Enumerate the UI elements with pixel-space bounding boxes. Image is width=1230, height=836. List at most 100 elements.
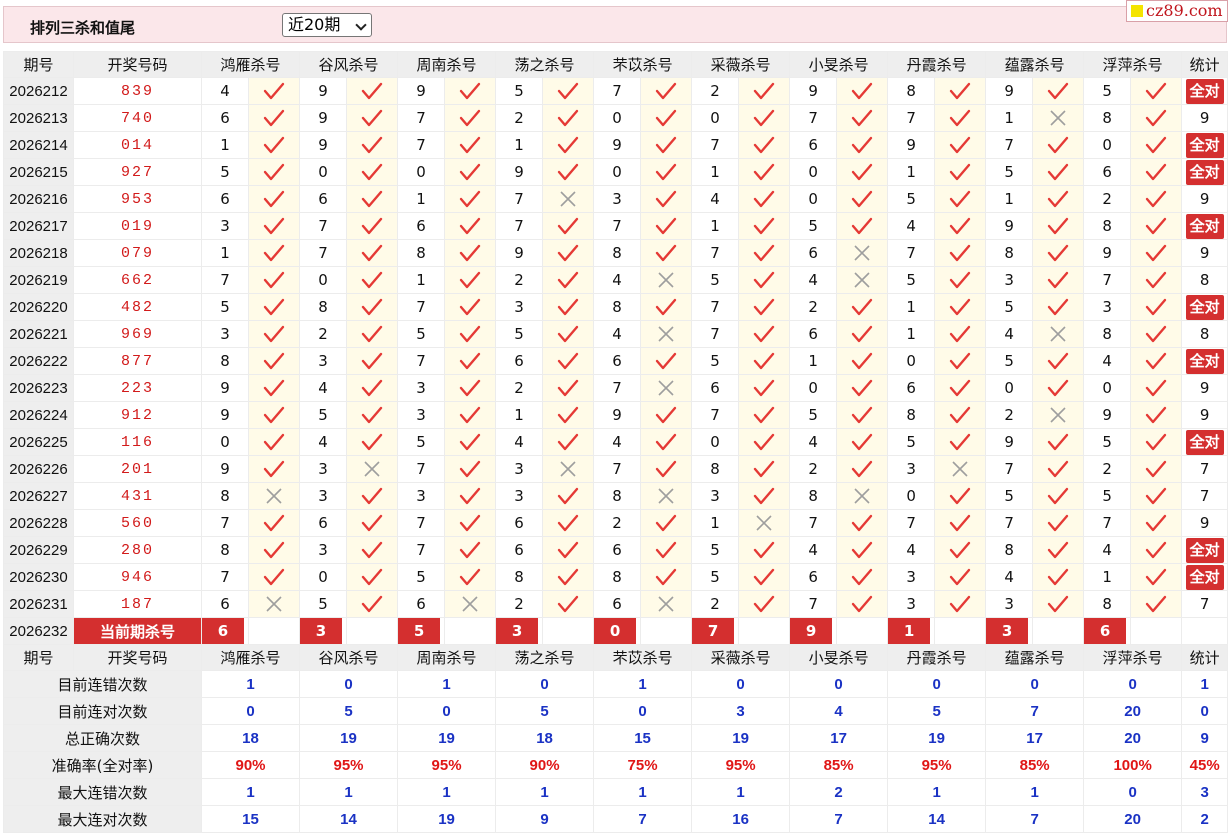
result-mark-cell <box>444 104 497 132</box>
stats-value: 1 <box>691 778 791 806</box>
draw-number-cell: 280 <box>73 536 202 564</box>
header-row-bottom: 期号 开奖号码 鸿雁杀号 谷风杀号 周南杀号 荡之杀号 芣苡杀号 采薇杀号 小旻杀号 丹霞杀号 蕴露… <box>3 644 1229 671</box>
cross-mark-icon <box>1050 110 1066 126</box>
stats-value: 15 <box>200 805 301 833</box>
kill-number-cell: 7 <box>397 536 446 564</box>
check-mark-icon <box>361 271 383 289</box>
kill-number-cell: 8 <box>1083 320 1132 348</box>
cross-mark-icon <box>756 515 772 531</box>
all-correct-badge: 全对 <box>1185 159 1224 185</box>
table-row: 2026217 019 3 7 6 7 7 1 5 4 9 8 全对 <box>3 212 1229 240</box>
check-mark-icon <box>263 271 285 289</box>
cross-mark-icon <box>658 596 674 612</box>
stats-value: 95% <box>299 751 399 779</box>
check-mark-icon <box>753 541 775 559</box>
current-kill-number: 0 <box>594 618 637 644</box>
kill-number-cell: 7 <box>299 212 348 240</box>
kill-number-cell: 7 <box>397 131 446 159</box>
result-mark-cell <box>346 158 399 186</box>
stat-cell: 9 <box>1181 239 1229 267</box>
result-mark-cell <box>1032 536 1085 564</box>
site-logo[interactable]: cz89.com <box>1126 0 1228 22</box>
stats-value: 4 <box>789 697 889 725</box>
stats-value: 9 <box>495 805 595 833</box>
check-mark-icon <box>1047 379 1069 397</box>
result-mark-cell <box>346 320 399 348</box>
kill-number-cell: 2 <box>495 374 544 402</box>
kill-number-cell: 2 <box>1083 455 1132 483</box>
check-mark-icon <box>1047 460 1069 478</box>
result-mark-cell <box>1130 482 1183 510</box>
table-row: 2026218 079 1 7 8 9 8 7 6 7 8 9 9 <box>3 239 1229 267</box>
result-mark-cell <box>542 455 595 483</box>
check-mark-icon <box>851 109 873 127</box>
current-kill-number: 3 <box>986 618 1029 644</box>
check-mark-icon <box>949 541 971 559</box>
check-mark-icon <box>557 136 579 154</box>
kill-number-cell: 7 <box>593 455 642 483</box>
current-kill-blank <box>836 617 889 645</box>
result-mark-cell <box>444 509 497 537</box>
stats-value: 20 <box>1083 697 1183 725</box>
stats-value: 5 <box>495 697 595 725</box>
kill-number-cell: 6 <box>397 590 446 618</box>
result-mark-cell <box>738 563 791 591</box>
cross-mark-icon <box>560 191 576 207</box>
kill-number-cell: 5 <box>397 428 446 456</box>
check-mark-icon <box>459 352 481 370</box>
column-header-expert: 鸿雁杀号 <box>200 51 301 78</box>
check-mark-icon <box>949 433 971 451</box>
check-mark-icon <box>949 298 971 316</box>
check-mark-icon <box>459 136 481 154</box>
result-mark-cell <box>247 293 301 321</box>
kill-number-cell: 3 <box>495 293 544 321</box>
check-mark-icon <box>459 433 481 451</box>
issue-cell: 2026224 <box>3 401 74 429</box>
result-mark-cell <box>1032 401 1085 429</box>
kill-number-cell: 7 <box>495 212 544 240</box>
all-correct-badge: 全对 <box>1185 564 1224 590</box>
issue-cell: 2026226 <box>3 455 74 483</box>
kill-number-cell: 7 <box>691 401 740 429</box>
current-kill-number: 7 <box>692 618 735 644</box>
kill-number-cell: 5 <box>691 563 740 591</box>
kill-number-cell: 9 <box>201 401 249 429</box>
check-mark-icon <box>851 325 873 343</box>
check-mark-icon <box>949 487 971 505</box>
check-mark-icon <box>949 109 971 127</box>
result-mark-cell <box>542 212 595 240</box>
kill-number-cell: 5 <box>495 320 544 348</box>
check-mark-icon <box>1145 217 1167 235</box>
stats-value: 75% <box>593 751 693 779</box>
stats-value: 7 <box>593 805 693 833</box>
result-mark-cell <box>542 428 595 456</box>
stat-cell: 9 <box>1181 104 1229 132</box>
kill-number-cell: 5 <box>985 482 1034 510</box>
result-mark-cell <box>444 185 497 213</box>
period-select[interactable]: 近20期 <box>282 13 372 37</box>
check-mark-icon <box>1145 271 1167 289</box>
kill-number-cell: 9 <box>495 239 544 267</box>
check-mark-icon <box>1047 541 1069 559</box>
result-mark-cell <box>640 158 693 186</box>
check-mark-icon <box>753 217 775 235</box>
column-header-expert: 蕴露杀号 <box>985 51 1085 78</box>
check-mark-icon <box>263 325 285 343</box>
check-mark-icon <box>557 595 579 613</box>
result-mark-cell <box>1032 158 1085 186</box>
issue-cell: 2026219 <box>3 266 74 294</box>
period-select-value: 近20期 <box>288 15 341 34</box>
result-mark-cell <box>1032 77 1085 105</box>
stats-value: 100% <box>1083 751 1183 779</box>
check-mark-icon <box>753 298 775 316</box>
check-mark-icon <box>753 244 775 262</box>
column-header-stat: 统计 <box>1181 51 1229 78</box>
draw-number-cell: 187 <box>73 590 202 618</box>
result-mark-cell <box>542 320 595 348</box>
kill-number-cell: 1 <box>201 131 249 159</box>
result-mark-cell <box>542 536 595 564</box>
stats-value: 1 <box>985 778 1085 806</box>
stats-total: 45% <box>1181 751 1229 779</box>
draw-number-cell: 560 <box>73 509 202 537</box>
check-mark-icon <box>1047 271 1069 289</box>
